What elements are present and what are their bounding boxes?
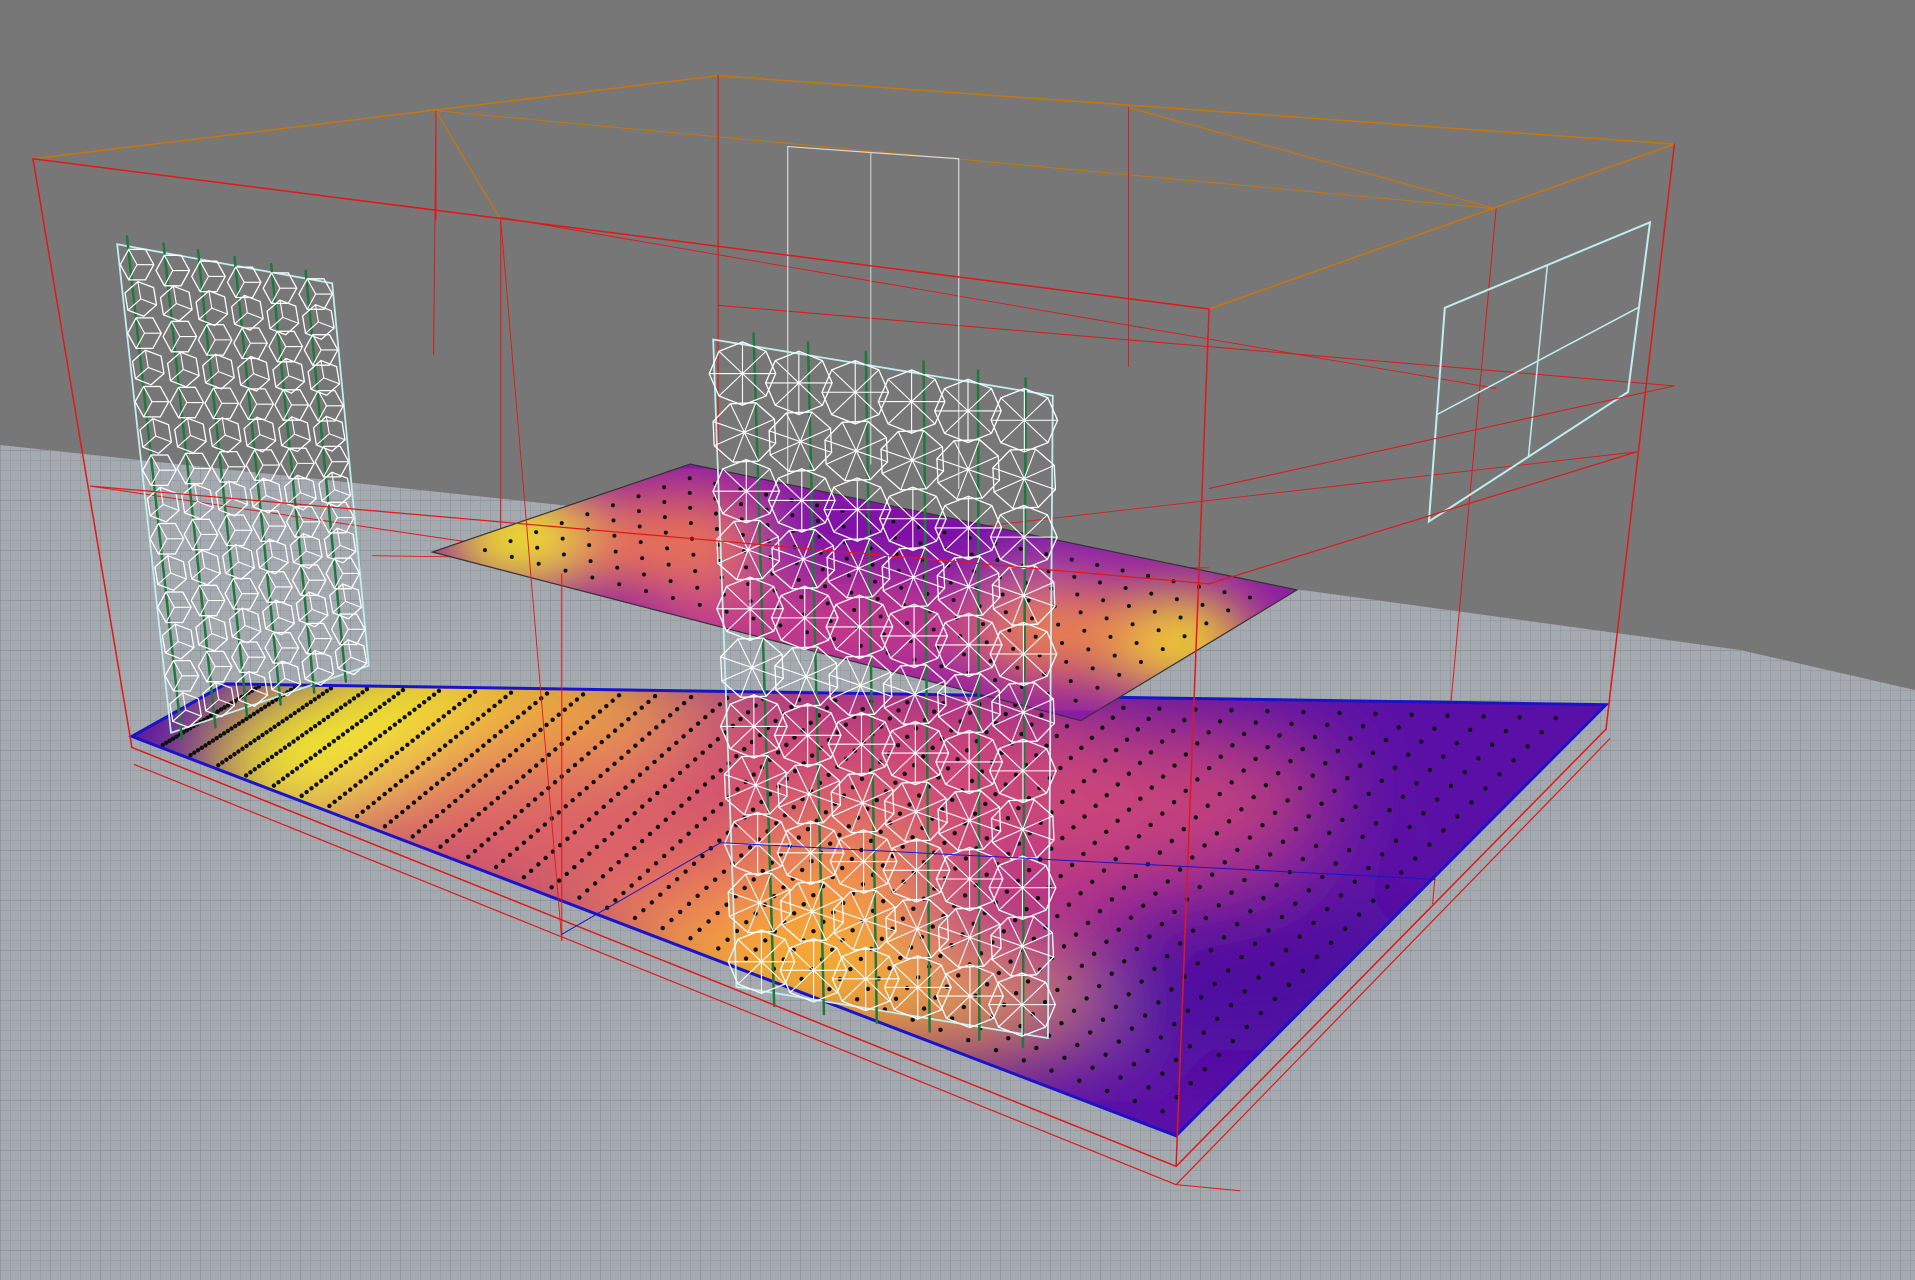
roof-edge	[717, 74, 1676, 145]
louver-spoke	[718, 373, 744, 397]
louver-spoke	[246, 312, 264, 320]
louver-spoke	[221, 417, 226, 436]
louver-spoke	[774, 382, 800, 406]
roof-edge	[32, 74, 719, 160]
louver-spoke	[211, 307, 229, 315]
louver-spoke	[943, 388, 969, 412]
louver-spoke	[179, 351, 184, 371]
louver-spoke	[967, 388, 993, 412]
louver-spoke	[887, 401, 913, 425]
louver-spoke	[215, 353, 220, 373]
louver-spoke	[259, 434, 277, 442]
louver-spoke	[172, 285, 177, 305]
louver-spoke	[147, 366, 165, 375]
louver-spoke	[291, 416, 296, 435]
louver-spoke	[1000, 397, 1025, 421]
window-openings	[1427, 220, 1652, 524]
louver-spoke	[1023, 419, 1049, 444]
roof-mullion	[1127, 106, 1497, 210]
louver-spoke	[774, 360, 800, 384]
louver-spoke	[831, 391, 856, 416]
daylight-analysis-scene	[0, 74, 1915, 1280]
louver-stem	[976, 369, 981, 1041]
side-mid-rail	[1208, 385, 1675, 490]
louver-spoke	[314, 304, 319, 323]
louver-spoke	[155, 435, 172, 443]
louver-spoke	[967, 410, 993, 434]
louver-spoke	[1000, 419, 1025, 444]
louver-spoke	[137, 281, 142, 300]
louver-spoke	[831, 369, 856, 393]
louver-spoke	[253, 373, 270, 381]
louver-spoke	[288, 375, 305, 383]
roof-mullion	[435, 110, 502, 221]
louver-spoke	[217, 371, 235, 379]
louver-spoke	[152, 418, 157, 437]
louver-spoke	[887, 378, 913, 403]
louver-spoke	[1023, 397, 1049, 421]
louver-spoke	[323, 377, 341, 385]
top-right-edge	[1208, 143, 1676, 310]
side-mid-rail	[1208, 451, 1638, 585]
window-right	[1427, 220, 1652, 524]
louver-spoke	[189, 434, 207, 443]
louver-spoke	[175, 302, 193, 311]
louver-spoke	[208, 290, 213, 309]
roof-mullion	[426, 109, 1497, 210]
louver-spoke	[285, 357, 290, 377]
back-post	[433, 110, 437, 355]
louver-spoke	[144, 349, 149, 368]
louver-spoke	[943, 410, 969, 434]
louver-spoke	[328, 433, 346, 441]
louver-spoke	[798, 360, 823, 384]
top-front-edge	[32, 158, 1210, 310]
louver-spoke	[282, 316, 300, 324]
louver-spoke	[320, 359, 325, 379]
3d-viewport[interactable]	[0, 0, 1915, 1280]
louver-spoke	[186, 417, 191, 437]
louver-spoke	[1023, 514, 1048, 538]
louver-spoke	[317, 321, 335, 329]
louver-spoke	[279, 299, 284, 318]
louver-spoke	[140, 298, 158, 306]
louver-spoke	[293, 433, 311, 441]
louver-spoke	[224, 434, 242, 442]
mid-rail	[500, 216, 1497, 389]
louver-spoke	[182, 368, 200, 377]
mid-rail	[717, 304, 1675, 387]
window-transom	[1436, 306, 1640, 416]
louver-spoke	[718, 350, 744, 375]
louver-spoke	[325, 415, 330, 435]
skylight-edge	[787, 145, 960, 160]
